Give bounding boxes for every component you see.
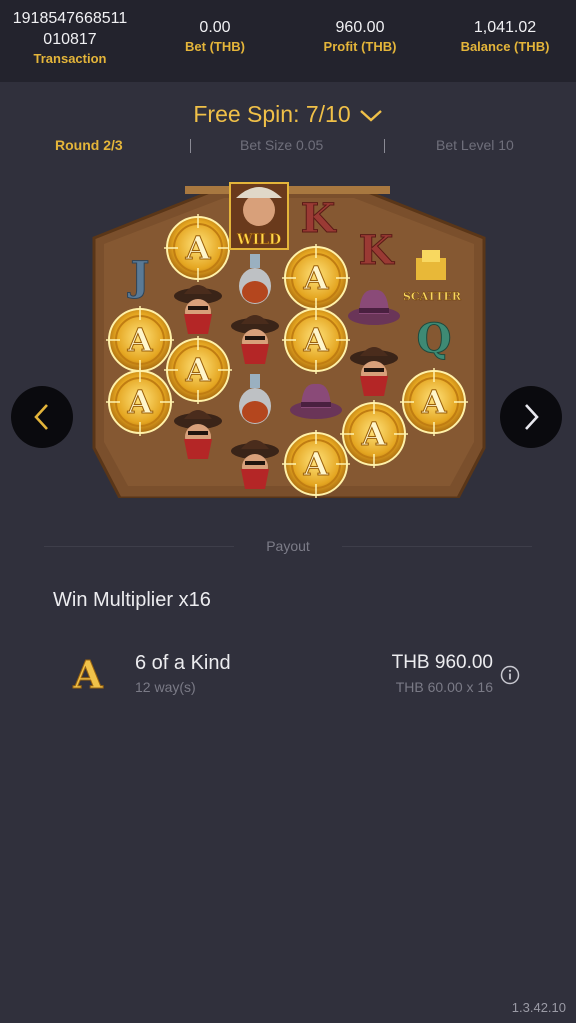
payout-amount: THB 960.00 (391, 652, 493, 673)
next-round-button[interactable] (500, 386, 562, 448)
divider (384, 139, 385, 153)
chevron-down-icon (359, 102, 383, 129)
win-multiplier: Win Multiplier x16 (53, 589, 211, 611)
svg-text:J: J (128, 253, 150, 300)
bet-level-label: Bet Level 10 (436, 137, 514, 153)
svg-text:K: K (359, 227, 395, 274)
balance-value: 1,041.02 (473, 19, 537, 36)
bet-value: 0.00 (199, 19, 231, 36)
transaction-label: Transaction (33, 51, 107, 66)
info-icon[interactable] (500, 665, 520, 685)
svg-text:SCATTER: SCATTER (403, 290, 462, 303)
svg-text:K: K (301, 195, 337, 242)
profit-value: 960.00 (335, 19, 385, 36)
payout-kind: 6 of a Kind (135, 652, 231, 674)
payout-label: Payout (266, 538, 310, 554)
symbol-a-icon: A (72, 653, 104, 695)
svg-text:Q: Q (417, 315, 452, 362)
free-spin-selector[interactable]: Free Spin: 7/10 (0, 101, 576, 129)
slot-board: A J WILD K K SCATTER Q (92, 182, 486, 498)
balance-stat: 1,041.02 Balance (THB) (450, 18, 560, 56)
arrow-left-icon (34, 404, 48, 430)
svg-text:WILD: WILD (236, 232, 281, 248)
arrow-right-icon (525, 404, 539, 430)
bet-label: Bet (THB) (185, 39, 245, 54)
balance-label: Balance (THB) (460, 39, 550, 54)
payout-row: A 6 of a Kind 12 way(s) THB 960.00 THB 6… (0, 648, 576, 700)
transaction-id-line1: 1918547668511 (12, 10, 128, 27)
payout-calculation: THB 60.00 x 16 (395, 679, 493, 695)
transaction-stat: 1918547668511 010817 Transaction (0, 8, 140, 68)
prev-round-button[interactable] (11, 386, 73, 448)
profit-label: Profit (THB) (323, 39, 397, 54)
version-label: 1.3.42.10 (511, 1000, 566, 1015)
free-spin-title: Free Spin: 7/10 (193, 101, 351, 127)
round-label: Round 2/3 (55, 137, 123, 153)
divider (190, 139, 191, 153)
svg-text:A: A (72, 653, 103, 695)
payout-ways: 12 way(s) (135, 679, 196, 695)
transaction-id-line2: 010817 (43, 31, 97, 48)
profit-stat: 960.00 Profit (THB) (310, 18, 410, 56)
bet-size-label: Bet Size 0.05 (240, 137, 324, 153)
payout-divider: Payout (44, 538, 532, 556)
header-bar: 1918547668511 010817 Transaction 0.00 Be… (0, 0, 576, 82)
bet-stat: 0.00 Bet (THB) (165, 18, 265, 56)
